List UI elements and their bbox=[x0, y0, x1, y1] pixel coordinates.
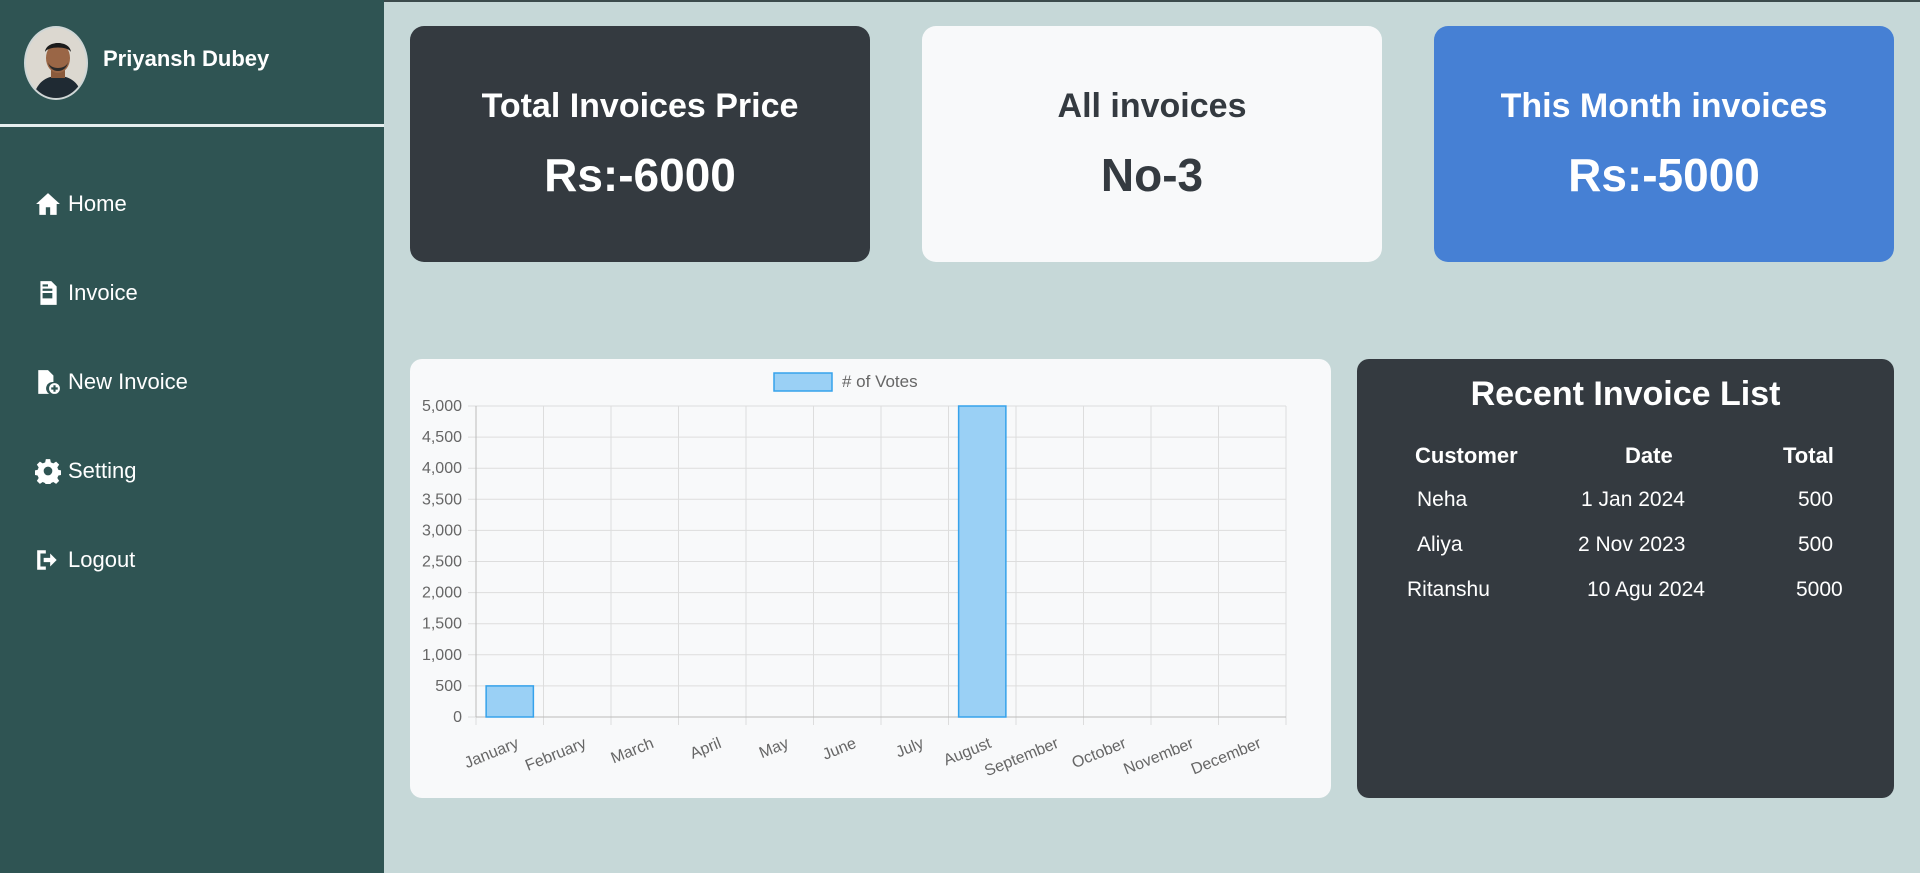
y-tick-label: 0 bbox=[453, 709, 462, 726]
cell-customer: Ritanshu bbox=[1407, 578, 1490, 601]
y-tick-label: 2,000 bbox=[422, 585, 462, 602]
sidebar-item-logout[interactable]: Logout bbox=[34, 546, 135, 574]
sidebar-item-label: Logout bbox=[68, 547, 136, 572]
column-header-customer: Customer bbox=[1415, 443, 1518, 468]
avatar bbox=[24, 26, 88, 100]
cell-customer: Aliya bbox=[1417, 533, 1463, 556]
y-tick-label: 1,500 bbox=[422, 616, 462, 633]
profile[interactable]: Priyansh Dubey bbox=[24, 26, 269, 100]
table-row[interactable]: Ritanshu 10 Agu 2024 5000 bbox=[1357, 578, 1894, 608]
x-tick-label: October bbox=[1070, 735, 1130, 772]
bar bbox=[485, 685, 535, 718]
total-invoices-price-card: Total Invoices Price Rs:-6000 bbox=[410, 26, 870, 262]
cell-date: 10 Agu 2024 bbox=[1587, 578, 1705, 601]
cell-total: 500 bbox=[1798, 533, 1834, 556]
x-tick-label: April bbox=[688, 735, 724, 763]
legend-swatch bbox=[773, 372, 833, 392]
sidebar-item-home[interactable]: Home bbox=[34, 190, 127, 218]
y-tick-label: 500 bbox=[435, 678, 462, 695]
new-invoice-icon bbox=[34, 368, 62, 396]
sidebar-divider bbox=[0, 124, 384, 127]
invoice-chart-panel: 5,000 4,500 4,000 3,500 3,000 2,500 2,000 1,500… bbox=[410, 359, 1331, 798]
bar bbox=[957, 405, 1007, 718]
x-tick-label: March bbox=[609, 735, 657, 767]
card-value: Rs:-6000 bbox=[544, 148, 736, 201]
legend-label: # of Votes bbox=[842, 372, 918, 391]
table-row[interactable]: Aliya 2 Nov 2023 500 bbox=[1357, 533, 1894, 563]
recent-invoice-title: Recent Invoice List bbox=[1470, 375, 1781, 413]
y-tick-label: 3,000 bbox=[422, 522, 462, 539]
bar-chart: 5,000 4,500 4,000 3,500 3,000 2,500 2,000 1,500… bbox=[422, 372, 1287, 780]
logout-icon bbox=[34, 546, 62, 574]
invoice-icon bbox=[34, 279, 62, 307]
y-tick-label: 5,000 bbox=[422, 398, 462, 415]
sidebar-item-label: New Invoice bbox=[68, 369, 188, 394]
card-value: No-3 bbox=[1100, 148, 1204, 201]
sidebar: Priyansh Dubey Home Invoice New Invoice … bbox=[0, 0, 384, 873]
table-header: Customer Date Total bbox=[1357, 443, 1894, 473]
x-tick-label: January bbox=[462, 735, 521, 772]
cell-customer: Neha bbox=[1417, 488, 1468, 511]
x-tick-label: November bbox=[1121, 735, 1196, 779]
cell-total: 5000 bbox=[1796, 578, 1843, 601]
y-tick-label: 4,500 bbox=[422, 429, 462, 446]
this-month-invoices-card: This Month invoices Rs:-5000 bbox=[1434, 26, 1894, 262]
x-tick-label: July bbox=[893, 735, 926, 761]
all-invoices-card: All invoices No-3 bbox=[922, 26, 1382, 262]
card-title: All invoices bbox=[1057, 86, 1247, 125]
y-tick-label: 1,000 bbox=[422, 647, 462, 664]
x-tick-label: June bbox=[820, 735, 859, 764]
cell-total: 500 bbox=[1798, 488, 1834, 511]
x-tick-label: December bbox=[1189, 735, 1264, 779]
recent-invoice-panel: Recent Invoice List Customer Date Total … bbox=[1357, 359, 1894, 798]
y-tick-label: 3,500 bbox=[422, 491, 462, 508]
home-icon bbox=[34, 190, 62, 218]
sidebar-item-new-invoice[interactable]: New Invoice bbox=[34, 368, 188, 396]
card-title: Total Invoices Price bbox=[481, 86, 799, 125]
profile-name: Priyansh Dubey bbox=[103, 46, 270, 71]
x-tick-label: September bbox=[982, 735, 1062, 780]
y-tick-label: 2,500 bbox=[422, 554, 462, 571]
x-tick-label: May bbox=[757, 735, 791, 762]
table-row[interactable]: Neha 1 Jan 2024 500 bbox=[1357, 488, 1894, 518]
sidebar-item-invoice[interactable]: Invoice bbox=[34, 279, 138, 307]
x-tick-label: February bbox=[523, 735, 589, 775]
sidebar-item-setting[interactable]: Setting bbox=[34, 457, 137, 485]
card-value: Rs:-5000 bbox=[1568, 148, 1760, 201]
card-title: This Month invoices bbox=[1500, 86, 1828, 125]
column-header-date: Date bbox=[1625, 443, 1673, 468]
cell-date: 2 Nov 2023 bbox=[1578, 533, 1686, 556]
sidebar-item-label: Setting bbox=[68, 458, 137, 483]
gear-icon bbox=[34, 457, 62, 485]
sidebar-item-label: Invoice bbox=[68, 280, 138, 305]
y-tick-label: 4,000 bbox=[422, 460, 462, 477]
column-header-total: Total bbox=[1783, 443, 1834, 468]
cell-date: 1 Jan 2024 bbox=[1581, 488, 1685, 511]
sidebar-item-label: Home bbox=[68, 191, 127, 216]
